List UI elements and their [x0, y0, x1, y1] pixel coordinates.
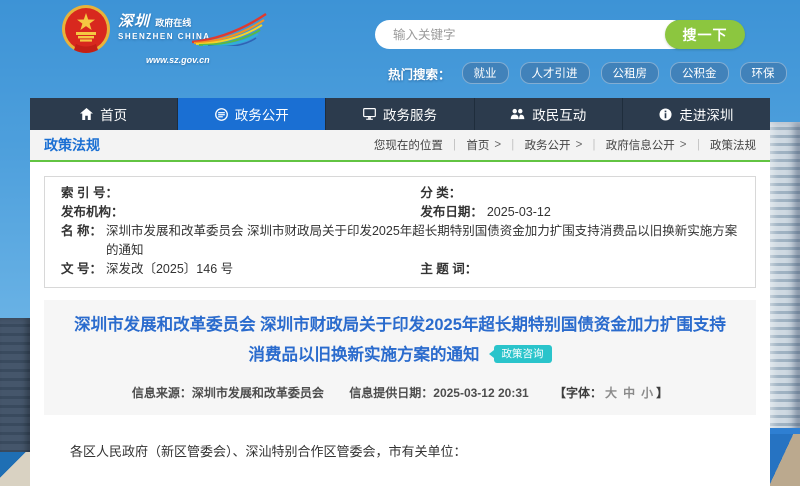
article-title-band: 深圳市发展和改革委员会 深圳市财政局关于印发2025年超长期特别国债资金加力扩围… [44, 300, 756, 415]
font-label-close: 】 [656, 386, 668, 400]
breadcrumb-separator: ｜ [507, 137, 519, 153]
meta-pubdate-label: 发布日期： [420, 203, 483, 222]
national-emblem-logo [60, 4, 112, 56]
meta-pubdate-value: 2025-03-12 [487, 203, 551, 222]
table-row: 文 号： 深发改〔2025〕146 号 主 题 词： [61, 260, 739, 279]
meta-index-label: 索 引 号： [61, 184, 118, 203]
nav-tab-label: 首页 [100, 104, 127, 124]
breadcrumb-arrow: > [576, 139, 583, 151]
breadcrumb-item-home[interactable]: 首页 [466, 137, 489, 153]
meta-docno-value: 深发改〔2025〕146 号 [106, 260, 233, 279]
site-url: www.sz.gov.cn [146, 55, 268, 65]
breadcrumb-location-label: 您现在的位置 [374, 137, 443, 153]
meta-keywords-label: 主 题 词： [420, 260, 477, 279]
info-date-label: 信息提供日期： [349, 386, 433, 400]
people-icon [510, 108, 525, 120]
table-row: 索 引 号： 分 类： [61, 184, 739, 203]
nav-tab-label: 政务公开 [235, 104, 289, 124]
hot-search-item-employment[interactable]: 就业 [462, 62, 509, 84]
hot-search-label: 热门搜索： [388, 64, 451, 83]
breadcrumb-item-current: 政策法规 [710, 137, 756, 153]
monitor-icon [363, 108, 376, 120]
section-title: 政策法规 [44, 135, 100, 155]
city-skyline-left [0, 318, 30, 486]
article-info-line: 信息来源：深圳市发展和改革委员会 信息提供日期：2025-03-12 20:31… [72, 384, 728, 401]
breadcrumb: 您现在的位置 ｜ 首页 > ｜ 政务公开 > ｜ 政府信息公开 > ｜ 政策法规 [374, 137, 756, 153]
nav-tab-services[interactable]: 政务服务 [326, 98, 474, 130]
breadcrumb-separator: ｜ [449, 137, 461, 153]
hot-search-item-provident-fund[interactable]: 公积金 [670, 62, 729, 84]
hot-search-item-environment[interactable]: 环保 [740, 62, 787, 84]
disclosure-icon [215, 108, 228, 121]
home-icon [80, 108, 93, 120]
site-name-cn: 深圳 [118, 13, 150, 30]
hot-search-item-public-housing[interactable]: 公租房 [601, 62, 660, 84]
main-container: 首页 政务公开 政务服务 政民互动 [30, 98, 770, 486]
meta-name-label: 名 称： [61, 222, 102, 260]
breadcrumb-separator: ｜ [588, 137, 600, 153]
breadcrumb-arrow: > [680, 139, 687, 151]
page-title: 深圳市发展和改革委员会 深圳市财政局关于印发2025年超长期特别国债资金加力扩围… [72, 310, 728, 370]
search-button[interactable]: 搜一下 [665, 20, 745, 49]
hot-search-row: 热门搜索： 就业 人才引进 公租房 公积金 环保 [388, 63, 788, 83]
document-meta-table: 索 引 号： 分 类： 发布机构： 发布日期： 2025-03-12 [44, 176, 756, 288]
breadcrumb-item-gov-affairs[interactable]: 政务公开 [525, 137, 571, 153]
breadcrumb-item-info-disclosure[interactable]: 政府信息公开 [606, 137, 675, 153]
document-body: 各区人民政府（新区管委会）、深汕特别合作区管委会，市有关单位： 《深圳市超长期特… [44, 415, 756, 486]
breadcrumb-bar: 政策法规 您现在的位置 ｜ 首页 > ｜ 政务公开 > ｜ 政府信息公开 > ｜… [30, 130, 770, 162]
font-size-medium-button[interactable]: 中 [623, 386, 635, 400]
table-row: 名 称： 深圳市发展和改革委员会 深圳市财政局关于印发2025年超长期特别国债资… [61, 222, 739, 260]
meta-agency-label: 发布机构： [61, 203, 124, 222]
search-bar: 搜一下 [375, 20, 745, 49]
font-size-control: 【字体：大中小】 [554, 386, 668, 400]
search-input[interactable] [375, 20, 687, 49]
page-title-text: 深圳市发展和改革委员会 深圳市财政局关于印发2025年超长期特别国债资金加力扩围… [74, 316, 726, 364]
nav-tab-label: 走进深圳 [679, 104, 733, 124]
nav-tab-home[interactable]: 首页 [30, 98, 178, 130]
info-icon [659, 108, 672, 121]
font-size-large-button[interactable]: 大 [605, 386, 617, 400]
meta-category-label: 分 类： [420, 184, 461, 203]
table-row: 发布机构： 发布日期： 2025-03-12 [61, 203, 739, 222]
site-name-sub: 政府在线 [155, 18, 191, 28]
hot-search-item-talent[interactable]: 人才引进 [520, 62, 590, 84]
site-logo: 深圳 政府在线 SHENZHEN CHINA www.sz.gov.cn [118, 10, 268, 65]
meta-name-value: 深圳市发展和改革委员会 深圳市财政局关于印发2025年超长期特别国债资金加力扩围… [106, 222, 739, 260]
font-size-small-button[interactable]: 小 [641, 386, 653, 400]
nav-tab-label: 政民互动 [532, 104, 586, 124]
nav-tab-label: 政务服务 [383, 104, 437, 124]
breadcrumb-arrow: > [494, 139, 501, 151]
city-skyline-right [768, 122, 800, 486]
breadcrumb-separator: ｜ [693, 137, 705, 153]
policy-consult-badge[interactable]: 政策咨询 [494, 345, 552, 363]
content-area: 索 引 号： 分 类： 发布机构： 发布日期： 2025-03-12 [30, 162, 770, 486]
meta-docno-label: 文 号： [61, 260, 102, 279]
info-date-value: 2025-03-12 20:31 [433, 386, 528, 400]
info-source-value: 深圳市发展和改革委员会 [192, 386, 324, 400]
nav-tab-interaction[interactable]: 政民互动 [475, 98, 623, 130]
main-nav: 首页 政务公开 政务服务 政民互动 [30, 98, 770, 130]
nav-tab-about-shenzhen[interactable]: 走进深圳 [623, 98, 770, 130]
nav-tab-government-affairs[interactable]: 政务公开 [178, 98, 326, 130]
wing-swoosh-icon [190, 12, 268, 46]
font-label-open: 【字体： [554, 386, 602, 400]
info-source-label: 信息来源： [132, 386, 192, 400]
site-header: 深圳 政府在线 SHENZHEN CHINA www.sz.gov.cn 搜一下… [0, 0, 800, 98]
paragraph-salutation: 各区人民政府（新区管委会）、深汕特别合作区管委会，市有关单位： [70, 441, 730, 462]
